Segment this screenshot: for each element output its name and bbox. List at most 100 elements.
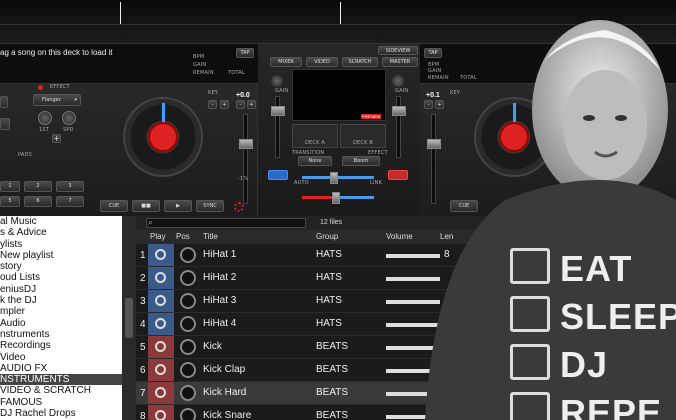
deck-left-platter[interactable]	[123, 97, 203, 177]
tab-scratch[interactable]: SCRATCH	[342, 57, 378, 67]
transition-select[interactable]: None	[298, 156, 332, 166]
play-cell[interactable]	[148, 359, 174, 381]
position-indicator	[180, 385, 196, 401]
deck-left-song-info[interactable]: ag a song on this deck to load it BPM GA…	[0, 44, 258, 84]
pitch-fader[interactable]	[239, 139, 253, 149]
play-cell[interactable]	[148, 313, 174, 335]
folder-scrollbar[interactable]	[122, 216, 136, 420]
deck-a-thumb[interactable]: DECK A	[292, 124, 338, 148]
sample-icon	[155, 318, 166, 329]
deck-left: ag a song on this deck to load it BPM GA…	[0, 44, 258, 216]
folder-item[interactable]: k the DJ	[0, 295, 122, 306]
row-title: HiHat 4	[203, 318, 237, 329]
pad-2[interactable]: 2	[24, 181, 52, 192]
folder-item[interactable]: ylists	[0, 239, 122, 250]
play-cell[interactable]	[148, 244, 174, 266]
row-title: Kick	[203, 341, 222, 352]
position-indicator	[180, 293, 196, 309]
row-group: HATS	[316, 295, 342, 306]
pitch-value: +0.0	[236, 92, 250, 99]
gear-icon[interactable]	[234, 202, 244, 212]
deck-b-thumb[interactable]: DECK B	[340, 124, 386, 148]
folder-item[interactable]: nstruments	[0, 329, 122, 340]
pad-1[interactable]: 1	[0, 181, 20, 192]
effect-knob-1-label: 1ST	[39, 127, 50, 133]
effect-side-button[interactable]	[0, 118, 10, 130]
auto-label: AUTO	[294, 180, 309, 186]
pause-button[interactable]: ■■	[132, 200, 160, 212]
effect-select[interactable]: Flanger ▾	[33, 94, 81, 106]
row-group: BEATS	[316, 387, 349, 398]
folder-item[interactable]: s & Advice	[0, 227, 122, 238]
pitch-minus-button[interactable]: -	[236, 100, 245, 109]
drum-icon	[155, 387, 166, 398]
folder-item[interactable]: mpler	[0, 306, 122, 317]
folder-item[interactable]: New playlist	[0, 250, 122, 261]
pad-5[interactable]: 5	[0, 196, 20, 207]
folder-item[interactable]: VIDEO & SCRATCH	[0, 385, 122, 396]
crossfader[interactable]	[330, 172, 338, 184]
effect-active-indicator[interactable]	[38, 85, 43, 90]
effect-knob-1[interactable]	[38, 111, 52, 125]
folder-item[interactable]: eniusDJ	[0, 284, 122, 295]
shirt-line-4: REPE	[560, 392, 663, 420]
folder-item[interactable]: FAMOUS	[0, 397, 122, 408]
drum-icon	[155, 341, 166, 352]
volume-right-fader[interactable]	[392, 106, 406, 116]
effect-add-button[interactable]: +	[52, 134, 61, 143]
folder-item[interactable]: Video	[0, 352, 122, 363]
play-cell[interactable]	[148, 267, 174, 289]
folder-item[interactable]: oud Lists	[0, 272, 122, 283]
play-cell[interactable]	[148, 382, 174, 404]
col-group[interactable]: Group	[316, 232, 338, 241]
pad-3[interactable]: 3	[56, 181, 84, 192]
folder-item[interactable]: story	[0, 261, 122, 272]
folder-item[interactable]: DJ Rachel Drops	[0, 408, 122, 419]
volume-left-fader[interactable]	[271, 106, 285, 116]
cue-button[interactable]: CUE	[100, 200, 128, 212]
effect-knob-2[interactable]	[62, 111, 76, 125]
row-group: BEATS	[316, 341, 349, 352]
chevron-down-icon: ▾	[74, 97, 77, 103]
pads-panel: PADS 1 2 3 5 6 7	[0, 152, 95, 212]
folder-item[interactable]: Recordings	[0, 340, 122, 351]
play-button[interactable]: ▶	[164, 200, 192, 212]
play-cell[interactable]	[148, 290, 174, 312]
position-indicator	[180, 316, 196, 332]
folder-item[interactable]: AUDIO FX	[0, 363, 122, 374]
play-cell[interactable]	[148, 405, 174, 420]
folder-item[interactable]: NSTRUMENTS	[0, 374, 122, 386]
link-label: LINK	[370, 180, 383, 186]
key-plus-button[interactable]: +	[220, 100, 229, 109]
tab-mixer[interactable]: MIXER	[270, 57, 302, 67]
play-cell[interactable]	[148, 336, 174, 358]
row-number: 5	[140, 342, 146, 353]
sample-icon	[155, 272, 166, 283]
sample-icon	[155, 249, 166, 260]
effect-left-button[interactable]	[0, 96, 8, 108]
folder-tree[interactable]: al Music s & Advice ylists New playlist stor…	[0, 216, 122, 420]
sync-button[interactable]: SYNC	[196, 200, 224, 212]
sideview-tab[interactable]	[125, 298, 133, 338]
row-group: HATS	[316, 318, 342, 329]
pad-6[interactable]: 6	[24, 196, 52, 207]
mixer-effect-select[interactable]: Boom	[342, 156, 380, 166]
search-input[interactable]: ⌕	[146, 218, 306, 228]
effect-label: EFFECT	[50, 84, 70, 90]
gain-left-knob[interactable]	[271, 75, 283, 87]
key-minus-button[interactable]: -	[208, 100, 217, 109]
pitch-plus-button[interactable]: +	[247, 100, 256, 109]
col-pos[interactable]: Pos	[176, 232, 190, 241]
pad-7[interactable]: 7	[56, 196, 84, 207]
folder-item[interactable]: al Music	[0, 216, 122, 227]
video-crossfader[interactable]	[332, 192, 340, 204]
tap-button[interactable]: TAP	[236, 48, 254, 58]
folder-item[interactable]: Audio	[0, 318, 122, 329]
gain-right-knob[interactable]	[392, 75, 404, 87]
waveform-playhead	[120, 2, 121, 24]
col-title[interactable]: Title	[203, 232, 218, 241]
col-play[interactable]: Play	[150, 232, 166, 241]
deck-a-listen-button[interactable]	[268, 170, 288, 180]
preview-badge: PREVIEW	[361, 114, 382, 119]
tab-video[interactable]: VIDEO	[306, 57, 338, 67]
